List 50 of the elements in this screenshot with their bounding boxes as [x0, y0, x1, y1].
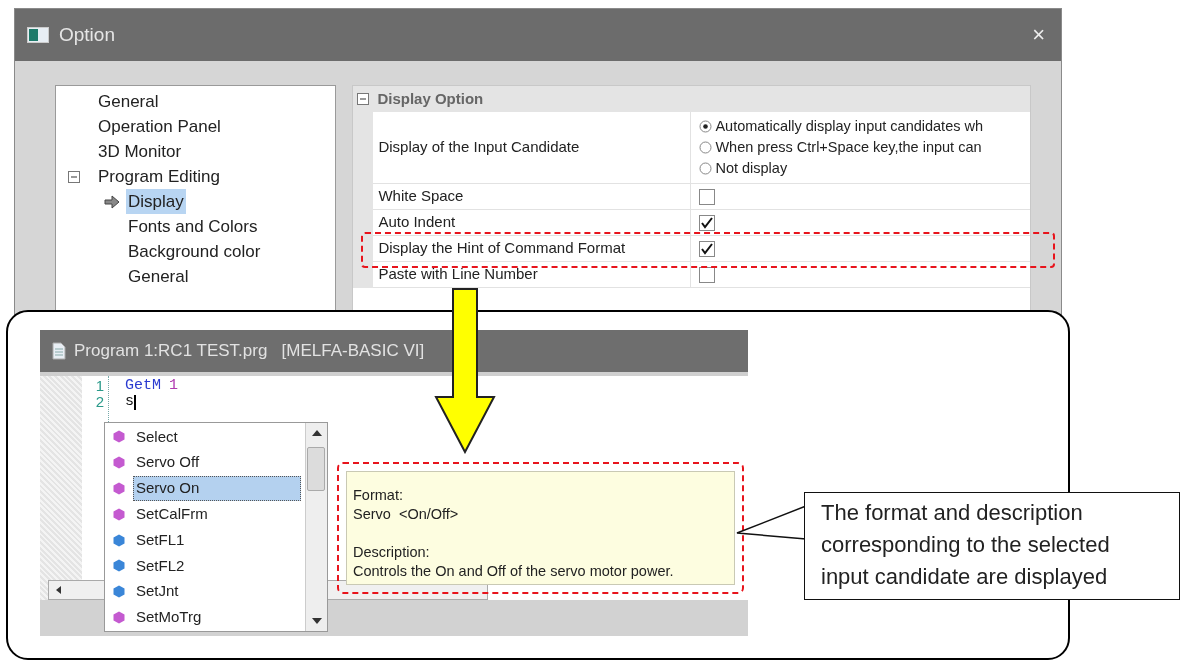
tree-item[interactable]: General [126, 263, 191, 290]
hint-format: Servo <On/Off> [353, 505, 460, 524]
radio-label[interactable]: Automatically display input candidates wh [715, 115, 983, 138]
tree-item[interactable]: Background color [126, 238, 263, 265]
radio-button[interactable] [699, 141, 713, 154]
checkbox[interactable] [699, 240, 716, 257]
section-header: Display Option [377, 88, 484, 109]
close-button[interactable]: × [1028, 24, 1049, 46]
tree-item[interactable]: Program Editing [96, 163, 222, 190]
line-number: 2 [95, 394, 104, 410]
code-token: GetM [125, 378, 161, 394]
checkbox[interactable] [699, 188, 716, 205]
completion-item[interactable]: Servo On [133, 476, 301, 501]
completion-item[interactable]: Select [133, 424, 301, 450]
hint-description-label: Description: [353, 543, 431, 562]
property-label: Display the Hint of Command Format [378, 238, 626, 259]
line-number: 1 [95, 378, 104, 394]
code-token: s [125, 394, 134, 410]
window-icon [27, 27, 49, 43]
tree-item[interactable]: General [96, 88, 161, 115]
radio-button[interactable] [699, 162, 713, 175]
completion-item[interactable]: SetJnt [133, 579, 301, 604]
collapse-icon[interactable] [357, 93, 370, 105]
window-title: Option [59, 22, 115, 47]
tree-item[interactable]: Display [126, 188, 186, 215]
property-label: Auto Indent [378, 212, 456, 233]
tree-item[interactable]: Operation Panel [96, 113, 223, 140]
checkbox[interactable] [699, 214, 716, 231]
callout-box: The format and description corresponding to the selected input candidate are displayed [804, 492, 1180, 600]
hint-format-label: Format: [353, 486, 404, 505]
completion-item[interactable]: Servo Off [133, 450, 301, 475]
scroll-thumb[interactable] [307, 447, 325, 491]
property-label: Display of the Input Candidate [378, 137, 580, 158]
radio-button[interactable] [699, 120, 713, 133]
completion-item[interactable]: SetFL1 [133, 527, 301, 553]
radio-label[interactable]: Not display [715, 157, 788, 180]
property-label: Paste with Line Number [378, 264, 538, 285]
tree-item[interactable]: 3D Monitor [96, 138, 184, 165]
hint-description: Controls the On and Off of the servo motor power. [353, 562, 675, 581]
property-label: White Space [378, 186, 464, 207]
completion-item[interactable]: SetCalFrm [133, 502, 301, 527]
checkbox[interactable] [699, 266, 716, 283]
completion-item[interactable]: SetMoTrg [133, 605, 301, 630]
document-icon [52, 342, 66, 360]
tree-item[interactable]: Fonts and Colors [126, 213, 260, 240]
radio-label[interactable]: When press Ctrl+Space key,the input can [715, 136, 982, 159]
completion-item[interactable]: SetFL2 [133, 553, 301, 579]
collapse-icon[interactable] [68, 170, 80, 183]
code-token: 1 [169, 378, 179, 394]
editor-title: Program 1:RC1 TEST.prg [MELFA-BASIC VI] [74, 340, 425, 363]
